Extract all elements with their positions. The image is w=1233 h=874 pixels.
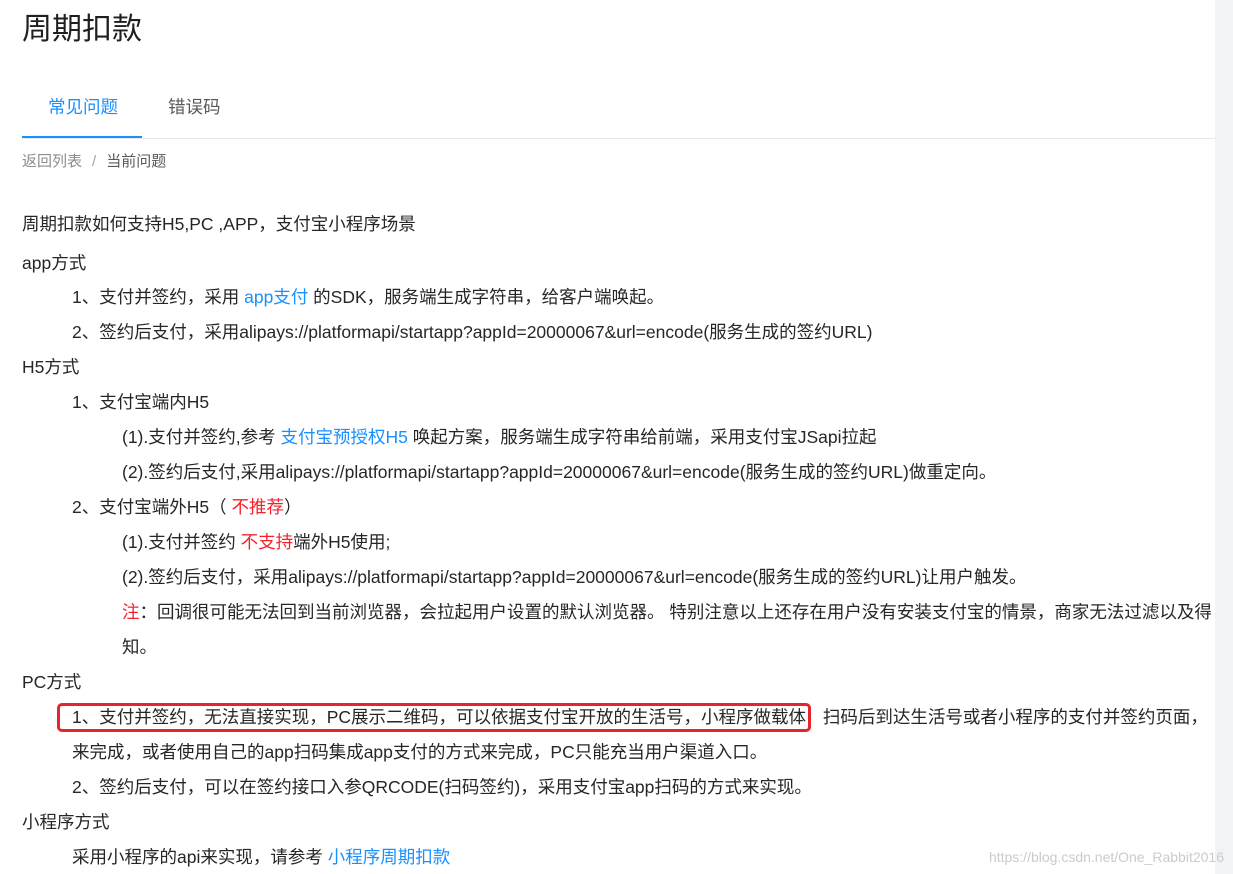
app-step-2: 2、签约后支付，采用alipays://platformapi/startapp…	[72, 322, 873, 342]
h5-note-line-2: 知。	[122, 637, 157, 657]
app-step-1-text-after: 的SDK，服务端生成字符串，给客户端唤起。	[308, 287, 665, 307]
app-step-1: 1、支付并签约，采用 app支付 的SDK，服务端生成字符串，给客户端唤起。	[72, 280, 664, 314]
note-text: ：回调很可能无法回到当前浏览器，会拉起用户设置的默认浏览器。 特别注意以上还存在…	[139, 602, 1212, 622]
vertical-scrollbar[interactable]	[1215, 0, 1233, 874]
not-supported-label: 不支持	[240, 532, 294, 552]
app-step-1-text-before: 1、支付并签约，采用	[72, 287, 245, 307]
preauth-h5-link[interactable]: 支付宝预授权H5	[280, 427, 407, 447]
app-section-heading: app方式	[22, 253, 87, 273]
app-pay-link[interactable]: app支付	[244, 287, 308, 307]
pc-step-1: 1、支付并签约，无法直接实现，PC展示二维码，可以依据支付宝开放的生活号，小程序…	[57, 700, 1208, 734]
pc-step-1-text-rest: 扫码后到达生活号或者小程序的支付并签约页面，	[818, 707, 1208, 727]
page: 周期扣款 常见问题 错误码 返回列表 / 当前问题 周期扣款如何支持H5,PC ,A…	[0, 0, 1233, 874]
pc-step-1-continued: 来完成，或者使用自己的app扫码集成app支付的方式来完成，PC只能充当用户渠道…	[72, 742, 768, 762]
h5-inside-app-title: 1、支付宝端内H5	[72, 392, 210, 412]
mini-program-section-heading: 小程序方式	[22, 812, 110, 832]
h5-inside-app-step-2: (2).签约后支付,采用alipays://platformapi/starta…	[122, 462, 997, 482]
h5-outside-app-step-2: (2).签约后支付，采用alipays://platformapi/starta…	[122, 567, 1027, 587]
h5-outside-app-title: 2、支付宝端外H5（ 不推荐）	[72, 490, 301, 524]
not-recommended-label: 不推荐	[231, 497, 284, 517]
note-label: 注	[122, 602, 140, 622]
h5-outside-app-step-1: (1).支付并签约 不支持端外H5使用;	[122, 525, 390, 559]
h5-outside-step-1-text-after: 端外H5使用;	[293, 532, 391, 552]
h5-section-heading: H5方式	[22, 357, 80, 377]
h5-outside-step-1-text-before: (1).支付并签约	[122, 532, 241, 552]
mini-program-recurring-link[interactable]: 小程序周期扣款	[328, 847, 451, 867]
question-title: 周期扣款如何支持H5,PC ,APP，支付宝小程序场景	[22, 214, 416, 234]
h5-note-line-1: 注：回调很可能无法回到当前浏览器，会拉起用户设置的默认浏览器。 特别注意以上还存…	[122, 595, 1212, 629]
mini-program-text-before: 采用小程序的api来实现，请参考	[72, 847, 328, 867]
pc-step-2: 2、签约后支付，可以在签约接口入参QRCODE(扫码签约)，采用支付宝app扫码…	[72, 777, 812, 797]
h5-inside-app-step-1: (1).支付并签约,参考 支付宝预授权H5 唤起方案，服务端生成字符串给前端，采…	[122, 420, 877, 454]
pc-step-1-highlighted-text: 1、支付并签约，无法直接实现，PC展示二维码，可以依据支付宝开放的生活号，小程序…	[72, 707, 807, 727]
red-highlight-box: 1、支付并签约，无法直接实现，PC展示二维码，可以依据支付宝开放的生活号，小程序…	[57, 703, 812, 732]
h5-inside-step-1-text-after: 唤起方案，服务端生成字符串给前端，采用支付宝JSapi拉起	[407, 427, 877, 447]
mini-program-text: 采用小程序的api来实现，请参考 小程序周期扣款	[72, 840, 450, 874]
h5-outside-title-text: 2、支付宝端外H5（	[72, 497, 232, 517]
watermark-text: https://blog.csdn.net/One_Rabbit2016	[988, 849, 1224, 865]
h5-inside-step-1-text-before: (1).支付并签约,参考	[122, 427, 281, 447]
article-body: 周期扣款如何支持H5,PC ,APP，支付宝小程序场景 app方式 1、支付并签…	[0, 0, 1215, 874]
pc-section-heading: PC方式	[22, 672, 82, 692]
h5-outside-title-close: ）	[283, 497, 302, 517]
